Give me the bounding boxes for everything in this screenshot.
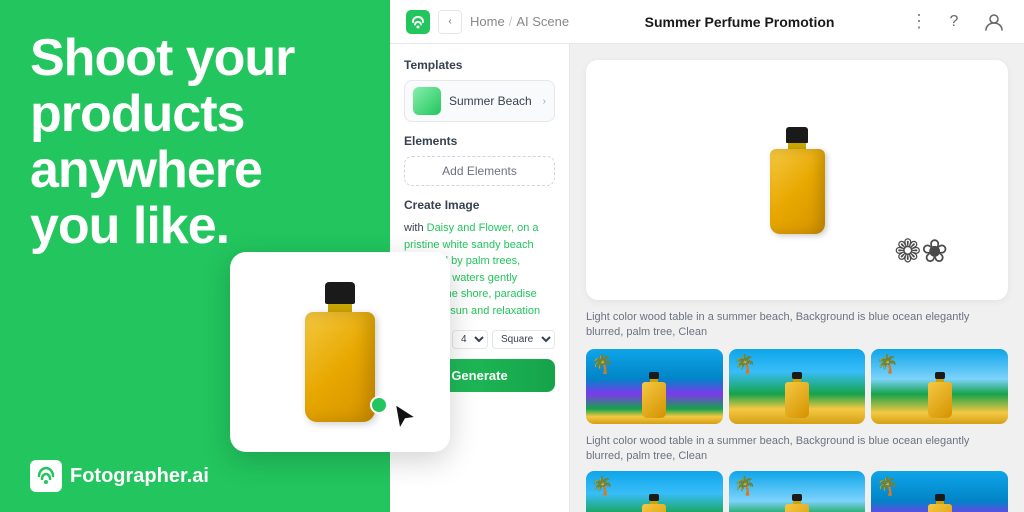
hero-text: Shoot your products anywhere you like. — [30, 30, 360, 255]
cursor-icon — [390, 402, 420, 432]
main-content: Templates Summer Beach › Elements Add El… — [390, 44, 1024, 512]
right-panel: ‹ Home / AI Scene Summer Perfume Promoti… — [390, 0, 1024, 512]
results-label-1: Light color wood table in a summer beach… — [586, 310, 1008, 341]
create-image-label: Create Image — [404, 198, 555, 212]
results-grid-2: 🌴 🌴 🌴 — [586, 471, 1008, 512]
result-bottle-3 — [928, 372, 952, 418]
generation-shape-select[interactable]: Square — [492, 330, 555, 349]
canvas-bottle-neck — [788, 143, 806, 149]
canvas-bottle-body — [770, 149, 825, 234]
results-label-2: Light color wood table in a summer beach… — [586, 434, 1008, 465]
template-arrow-icon: › — [543, 96, 546, 107]
breadcrumb-sep1: / — [509, 14, 513, 29]
generation-count-select[interactable]: 4 — [452, 330, 488, 349]
profile-icon[interactable] — [980, 8, 1008, 36]
result-item-1[interactable]: 🌴 — [586, 349, 723, 424]
green-dot — [370, 396, 388, 414]
result-item-4[interactable]: 🌴 — [586, 471, 723, 512]
template-name: Summer Beach — [449, 94, 535, 108]
breadcrumb-scene[interactable]: AI Scene — [516, 14, 569, 29]
top-bar-actions: ⋮ ? — [910, 8, 1008, 36]
canvas-bottle-cap — [786, 127, 808, 143]
result-item-2[interactable]: 🌴 — [729, 349, 866, 424]
result-bottle-6 — [928, 494, 952, 512]
result-item-5[interactable]: 🌴 — [729, 471, 866, 512]
result-item-3[interactable]: 🌴 — [871, 349, 1008, 424]
page-title: Summer Perfume Promotion — [577, 14, 902, 30]
result-item-6[interactable]: 🌴 — [871, 471, 1008, 512]
bottle-cap — [325, 282, 355, 304]
nav-back-button[interactable]: ‹ — [438, 10, 462, 34]
help-icon[interactable]: ? — [940, 8, 968, 36]
palm-icon-5: 🌴 — [734, 476, 756, 497]
template-thumb — [413, 87, 441, 115]
bottle-neck — [328, 304, 352, 312]
add-elements-button[interactable]: Add Elements — [404, 156, 555, 186]
left-panel: Shoot your products anywhere you like. F… — [0, 0, 390, 512]
template-item[interactable]: Summer Beach › — [404, 80, 555, 122]
prompt-prefix: with — [404, 222, 424, 234]
bottle-body — [305, 312, 375, 422]
elements-label: Elements — [404, 134, 555, 148]
product-card — [230, 252, 450, 452]
breadcrumb-home[interactable]: Home — [470, 14, 505, 29]
brand-logo: Fotographer.ai — [30, 460, 360, 492]
result-bottle-2 — [785, 372, 809, 418]
templates-label: Templates — [404, 58, 555, 72]
result-bottle-5 — [785, 494, 809, 512]
top-bar: ‹ Home / AI Scene Summer Perfume Promoti… — [390, 0, 1024, 44]
palm-icon-1: 🌴 — [591, 354, 613, 375]
results-grid-1: 🌴 🌴 🌴 — [586, 349, 1008, 424]
canvas-area: ❁❀ Light color wood table in a summer be… — [570, 44, 1024, 512]
brand-logo-icon — [30, 460, 62, 492]
palm-icon-6: 🌴 — [876, 476, 898, 497]
brand-name-text: Fotographer.ai — [70, 465, 209, 488]
palm-icon-2: 🌴 — [734, 354, 756, 375]
palm-icon-3: 🌴 — [876, 354, 898, 375]
result-bottle-4 — [642, 494, 666, 512]
app-icon — [406, 10, 430, 34]
flower-decoration: ❁❀ — [894, 232, 948, 270]
main-canvas: ❁❀ — [586, 60, 1008, 300]
more-options-icon[interactable]: ⋮ — [910, 11, 928, 32]
result-bottle-1 — [642, 372, 666, 418]
breadcrumb: Home / AI Scene — [470, 14, 569, 29]
canvas-product — [770, 127, 825, 234]
palm-icon-4: 🌴 — [591, 476, 613, 497]
